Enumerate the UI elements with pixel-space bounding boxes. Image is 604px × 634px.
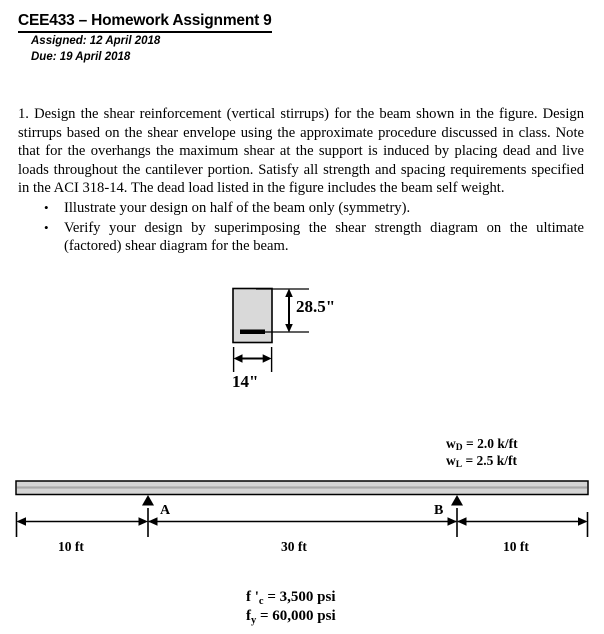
- arrow-left-icon: [148, 517, 158, 526]
- dimension-label-span: 30 ft: [281, 539, 307, 554]
- arrow-right-icon: [138, 517, 148, 526]
- width-dimension-label: 14": [232, 372, 259, 391]
- steel-yield-label: fy = 60,000 psi: [246, 608, 336, 626]
- cross-section-rectangle: [232, 287, 273, 344]
- dead-load-subscript: D: [455, 443, 463, 453]
- arrow-right-icon: [262, 354, 272, 363]
- dead-load-value: = 2.0 k/ft: [466, 436, 518, 451]
- live-load-value: = 2.5 k/ft: [465, 453, 518, 468]
- fc-value: = 3,500 psi: [267, 589, 336, 605]
- requirements-list: • Illustrate your design on half of the …: [18, 199, 584, 256]
- support-triangle-a: [142, 495, 154, 506]
- bullet-icon: •: [44, 219, 49, 235]
- dead-load-symbol: w: [446, 436, 456, 451]
- concrete-strength-label: f 'c = 3,500 psi: [246, 589, 336, 607]
- dimension-label-right: 10 ft: [503, 539, 529, 554]
- list-item: • Illustrate your design on half of the …: [18, 199, 584, 218]
- beam-body: [15, 480, 589, 496]
- beam-center-stripe: [17, 486, 587, 489]
- assigned-date: Assigned: 12 April 2018: [31, 35, 161, 47]
- problem-paragraph: 1. Design the shear reinforcement (verti…: [18, 106, 584, 197]
- list-item-text: Illustrate your design on half of the be…: [64, 199, 411, 216]
- list-item-text: Verify your design by superimposing the …: [64, 219, 584, 255]
- support-label-a: A: [160, 503, 171, 518]
- fc-symbol: f ': [246, 589, 259, 605]
- arrow-down-icon: [285, 324, 293, 333]
- arrow-left-icon: [16, 517, 26, 526]
- dimension-label-left: 10 ft: [58, 539, 84, 554]
- depth-dimension-label: 28.5": [296, 297, 336, 316]
- arrow-right-icon: [447, 517, 457, 526]
- dead-load-label: wD = 2.0 k/ft: [446, 436, 518, 453]
- support-label-b: B: [434, 503, 444, 518]
- fy-subscript: y: [251, 614, 257, 626]
- arrow-right-icon: [578, 517, 588, 526]
- fc-subscript: c: [258, 595, 264, 607]
- arrow-left-icon: [233, 354, 243, 363]
- live-load-symbol: w: [446, 453, 456, 468]
- bullet-icon: •: [44, 199, 49, 215]
- live-load-subscript: L: [455, 460, 463, 470]
- problem-statement: 1. Design the shear reinforcement (verti…: [18, 105, 584, 256]
- page-title: CEE433 – Homework Assignment 9: [18, 12, 272, 33]
- arrow-up-icon: [285, 288, 293, 297]
- list-item: • Verify your design by superimposing th…: [18, 219, 584, 256]
- live-load-label: wL = 2.5 k/ft: [446, 453, 518, 470]
- rebar-icon: [240, 329, 265, 334]
- due-date: Due: 19 April 2018: [31, 51, 131, 63]
- fy-value: = 60,000 psi: [260, 608, 336, 624]
- support-triangle-b: [451, 495, 463, 506]
- arrow-left-icon: [457, 517, 467, 526]
